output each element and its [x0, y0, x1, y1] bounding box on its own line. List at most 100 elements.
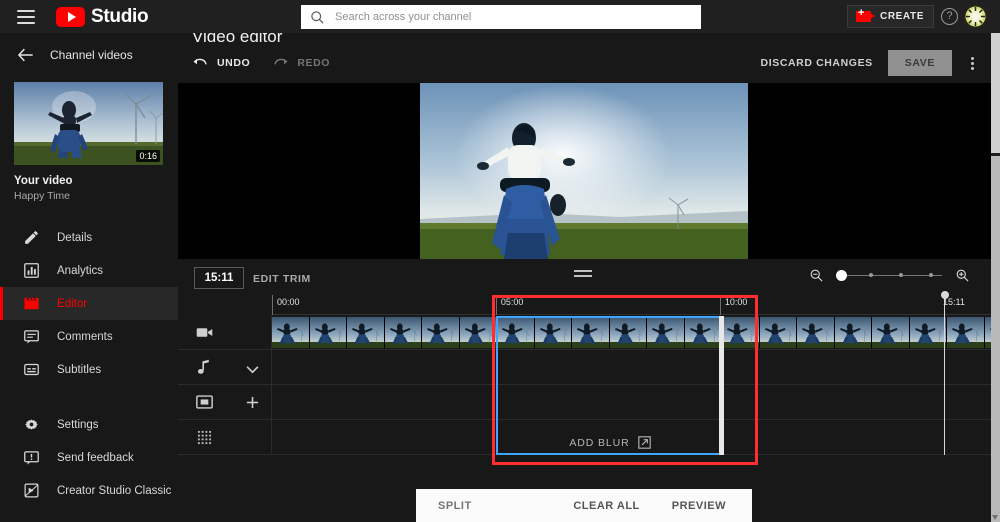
sidebar-item-send-feedback[interactable]: Send feedback: [0, 441, 178, 474]
video-subtitle: Happy Time: [14, 190, 71, 202]
sidebar-item-label: Details: [57, 231, 93, 244]
create-button[interactable]: CREATE: [847, 5, 934, 28]
undo-label: UNDO: [217, 57, 251, 69]
comment-icon: [22, 327, 41, 346]
timeline-controls: 15:11 EDIT TRIM: [178, 259, 992, 295]
panel-resize-handle[interactable]: [574, 270, 592, 280]
track-header-video[interactable]: [178, 315, 272, 350]
scroll-down-arrow-icon[interactable]: [992, 515, 998, 520]
add-blur-button[interactable]: ADD BLUR: [498, 436, 722, 449]
editor-toolbar-actions: DISCARD CHANGES SAVE: [761, 50, 980, 76]
blur-grid-icon: [195, 430, 213, 445]
bottom-action-bar: SPLIT CLEAR ALL PREVIEW: [416, 489, 752, 522]
undo-button[interactable]: UNDO: [192, 56, 250, 70]
timeline-ruler[interactable]: 00:00 05:00 10:00 15:11: [272, 295, 992, 315]
pencil-icon: [22, 228, 41, 247]
filmstrip-frame: [872, 317, 910, 348]
save-button[interactable]: SAVE: [887, 50, 952, 76]
sidebar-item-label: Comments: [57, 330, 113, 343]
sidebar-item-editor[interactable]: Editor: [0, 287, 178, 320]
back-arrow-icon: [16, 45, 36, 65]
filmstrip-frame: [347, 317, 385, 348]
sidebar-item-comments[interactable]: Comments: [0, 320, 178, 353]
filmstrip-frame: [384, 317, 422, 348]
sidebar-divider-space: [0, 386, 178, 408]
add-blur-label: ADD BLUR: [569, 436, 630, 449]
gear-icon: [22, 415, 41, 434]
filmstrip-frame: [309, 317, 347, 348]
editor-scrollbar[interactable]: [991, 156, 1000, 522]
sidebar-item-analytics[interactable]: Analytics: [0, 254, 178, 287]
avatar[interactable]: [963, 4, 988, 29]
hamburger-icon[interactable]: [17, 9, 35, 24]
sidebar-item-label: Send feedback: [57, 451, 134, 464]
track-header-audio[interactable]: [178, 350, 272, 385]
blur-selection-box[interactable]: ADD BLUR: [496, 316, 724, 455]
top-bar: Studio CREATE ?: [0, 0, 1000, 33]
ruler-tick: 10:00: [719, 295, 747, 315]
main-content: Video editor UNDO REDO DISCARD CHANGES S…: [178, 27, 992, 522]
clear-all-button[interactable]: CLEAR ALL: [573, 500, 639, 512]
track-headers: [178, 315, 272, 455]
zoom-slider[interactable]: [836, 269, 942, 283]
playhead[interactable]: [940, 291, 949, 455]
sidebar-item-settings[interactable]: Settings: [0, 408, 178, 441]
video-preview[interactable]: [178, 83, 992, 259]
current-time-display[interactable]: 15:11: [194, 267, 244, 289]
music-note-icon: [195, 359, 213, 375]
zoom-slider-tick: [899, 273, 903, 277]
split-button[interactable]: SPLIT: [438, 500, 472, 512]
sidebar: Channel videos 0:16 Your video Happy Tim…: [0, 33, 178, 522]
back-to-channel-videos[interactable]: Channel videos: [0, 33, 178, 77]
sidebar-menu: Details Analytics Editor Comments Subtit…: [0, 221, 178, 507]
video-title: Your video: [14, 175, 73, 187]
timeline: 00:00 05:00 10:00 15:11 ADD BLUR: [178, 291, 992, 485]
edit-trim-button[interactable]: EDIT TRIM: [253, 273, 311, 285]
video-thumbnail[interactable]: 0:16: [14, 82, 163, 165]
track-lanes: ADD BLUR: [272, 291, 992, 455]
sidebar-item-label: Settings: [57, 418, 99, 431]
search-bar[interactable]: [301, 5, 701, 29]
zoom-out-icon[interactable]: [809, 268, 824, 283]
chevron-down-icon[interactable]: [246, 361, 259, 379]
discard-changes-button[interactable]: DISCARD CHANGES: [761, 57, 873, 69]
filmstrip-frame: [422, 317, 460, 348]
zoom-slider-track: [837, 274, 942, 276]
logo-text: Studio: [91, 5, 149, 27]
help-icon[interactable]: ?: [941, 8, 958, 25]
page-scrollbar-thumb[interactable]: [991, 33, 1000, 153]
redo-label: REDO: [297, 57, 331, 69]
zoom-slider-tick: [929, 273, 933, 277]
zoom-slider-handle[interactable]: [836, 269, 847, 281]
sidebar-item-label: Editor: [57, 297, 88, 310]
clapperboard-icon: [22, 294, 41, 313]
preview-frame: [420, 83, 748, 259]
selection-right-handle[interactable]: [719, 316, 724, 455]
subtitles-icon: [22, 360, 41, 379]
sidebar-item-label: Creator Studio Classic: [57, 484, 172, 497]
external-link-icon: [637, 436, 651, 449]
filmstrip-frame: [797, 317, 835, 348]
zoom-in-icon[interactable]: [955, 268, 970, 283]
ruler-tick: 05:00: [495, 295, 523, 315]
zoom-slider-tick: [869, 273, 873, 277]
thumbnail-duration: 0:16: [136, 150, 160, 162]
youtube-play-icon: [56, 6, 85, 27]
more-options-icon[interactable]: [964, 52, 980, 74]
video-camera-icon: [195, 326, 213, 339]
sidebar-item-subtitles[interactable]: Subtitles: [0, 353, 178, 386]
youtube-studio-video-editor: Studio CREATE ?: [0, 0, 1000, 522]
preview-button[interactable]: PREVIEW: [672, 500, 726, 512]
analytics-icon: [22, 261, 41, 280]
create-button-label: CREATE: [880, 11, 924, 22]
studio-logo[interactable]: Studio: [56, 5, 149, 28]
search-input[interactable]: [325, 6, 701, 28]
sidebar-item-creator-studio-classic[interactable]: Creator Studio Classic: [0, 474, 178, 507]
sidebar-item-details[interactable]: Details: [0, 221, 178, 254]
track-header-end-screen[interactable]: [178, 385, 272, 420]
track-header-blur[interactable]: [178, 420, 272, 455]
sidebar-item-label: Subtitles: [57, 363, 102, 376]
plus-icon[interactable]: [246, 396, 259, 414]
redo-button[interactable]: REDO: [272, 56, 330, 70]
ruler-tick: 00:00: [272, 295, 300, 315]
